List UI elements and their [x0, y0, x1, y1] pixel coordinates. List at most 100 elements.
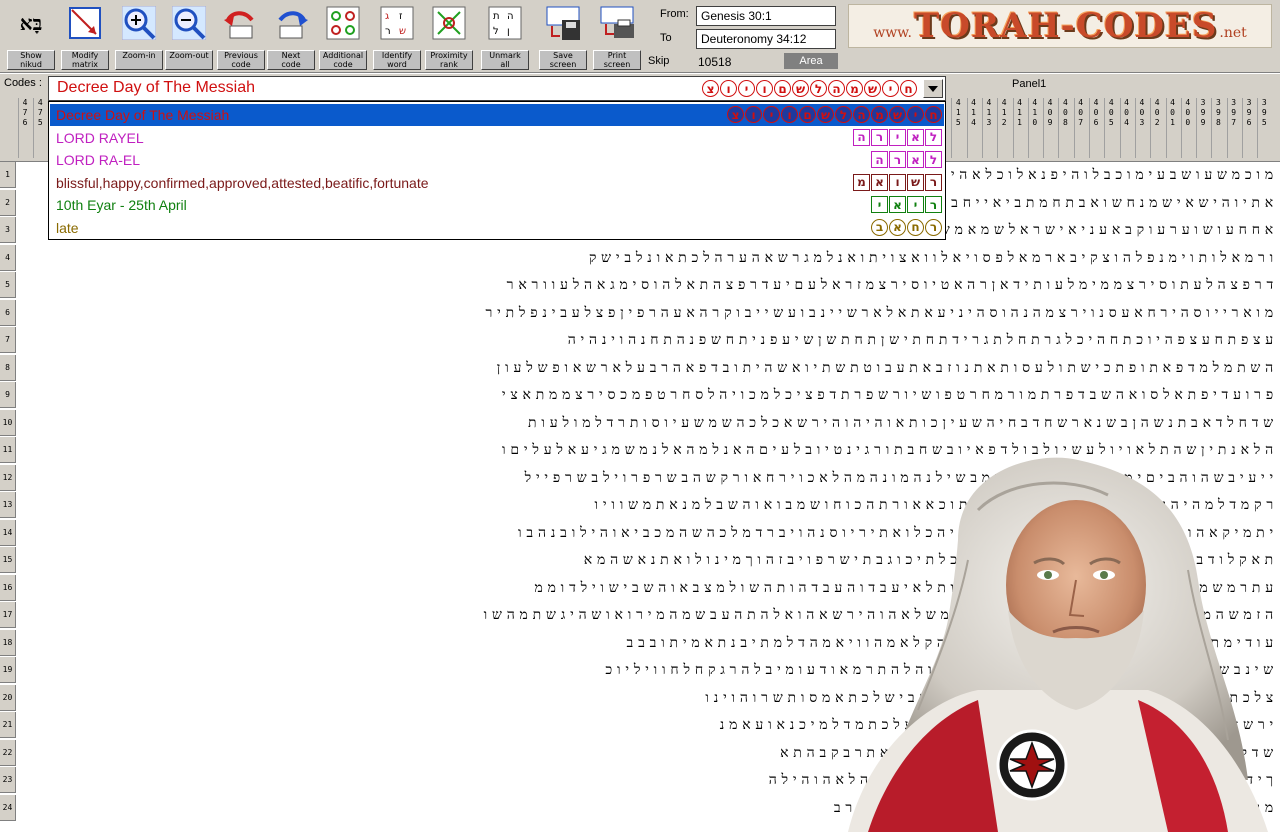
row-number: 12 — [0, 464, 16, 491]
code-list-item-hebrew: באחר — [871, 218, 942, 236]
row-number: 5 — [0, 272, 16, 298]
row-number: 2 — [0, 189, 16, 216]
code-list-item-label: 10th Eyar - 25th April — [56, 197, 187, 213]
identify-word-label: Identify word — [373, 50, 421, 70]
row-number: 18 — [0, 629, 16, 656]
logo-suffix: .net — [1219, 25, 1247, 41]
code-letter: א — [889, 196, 906, 213]
next-code-label: Next code — [267, 50, 315, 70]
column-number: 4 0 5 — [1104, 98, 1117, 158]
column-number: 4 0 3 — [1134, 98, 1148, 158]
svg-text:ן: ן — [507, 26, 510, 37]
code-letter: ר — [925, 196, 942, 213]
code-list-item[interactable]: Decree Day of The Messiah צ ו י ו ם ש ל ה מ ש י ח — [50, 104, 944, 126]
code-letter: ח — [900, 80, 917, 97]
column-number: 4 1 5 — [951, 98, 964, 158]
zoom-in-button[interactable]: Zoom-in — [114, 2, 164, 70]
additional-code-button[interactable]: Additional code — [318, 2, 368, 70]
code-list-item-label: late — [56, 219, 79, 236]
chevron-down-icon — [928, 85, 938, 92]
code-list-item[interactable]: late ב א ח ר — [50, 217, 944, 239]
code-letter: ש — [864, 80, 881, 97]
zoom-out-button[interactable]: Zoom-out — [164, 2, 214, 70]
unmark-all-button[interactable]: ת ה ל ן Unmark all — [480, 2, 530, 70]
row-number: 7 — [0, 327, 16, 353]
proximity-rank-label: Proximity rank — [425, 50, 473, 70]
row-number: 6 — [0, 299, 16, 326]
floppy-disk-icon — [545, 5, 581, 41]
row-number: 20 — [0, 684, 16, 711]
row-number: 22 — [0, 739, 16, 766]
row-number: 4 — [0, 244, 16, 271]
row-number: 14 — [0, 519, 16, 546]
previous-code-label: Previous code — [217, 50, 265, 70]
toolbar: בָּא Show nikud Modify matrix Zoom-in Zoom-o… — [0, 0, 1280, 73]
column-number: 4 0 7 — [1073, 98, 1087, 158]
unmark-grid-icon: תהלן — [487, 5, 523, 41]
area-button[interactable]: Area — [784, 53, 838, 69]
svg-text:ז: ז — [399, 11, 403, 22]
code-list-item[interactable]: blissful,happy,confirmed,approved,attest… — [50, 172, 944, 194]
matrix-row[interactable]: פרועדיפתאלסואהשבדפרתמורמחרטפושיורשפרתדפצ… — [20, 385, 1278, 405]
next-arrow-icon — [273, 5, 309, 41]
codes-combobox[interactable]: Decree Day of The Messiah צויוםשלהמשיח — [48, 76, 946, 101]
codes-selected-hebrew: צויוםשלהמשיח — [702, 80, 917, 97]
matrix-row[interactable]: עצפתחעצפהיוכתחהיכלגרתחלתגרידתחתישןתחתשןש… — [20, 330, 1278, 350]
panel-label: Panel1 — [1012, 78, 1047, 90]
code-letter: ש — [817, 106, 834, 123]
matrix-arrow-icon — [67, 5, 103, 41]
matrix-row[interactable]: דרפצהלעתוסירצממימלעותידאןרהאטיוסירצמזראל… — [20, 275, 1278, 295]
code-letter: צ — [702, 80, 719, 97]
codes-selected-text: Decree Day of The Messiah — [57, 79, 256, 96]
identify-word-button[interactable]: ג ז ר ש Identify word — [372, 2, 422, 70]
print-screen-button[interactable]: Print screen — [592, 2, 642, 70]
row-number: 10 — [0, 409, 16, 436]
code-letter: י — [882, 80, 899, 97]
code-letter: ל — [925, 151, 942, 168]
row-number: 1 — [0, 162, 16, 188]
code-letter: ר — [925, 173, 942, 191]
code-letter: ל — [835, 106, 852, 123]
code-letter: צ — [727, 106, 744, 123]
row-number: 21 — [0, 712, 16, 738]
code-letter: מ — [846, 80, 863, 97]
code-list-item-hebrew: הריאל — [853, 128, 942, 146]
matrix-row[interactable]: ורמאלותוימנפלהוצקיבארמאלפסויאלוואצויתואנ… — [20, 248, 1278, 268]
code-list-item[interactable]: LORD RAYEL ה ר י א ל — [50, 127, 944, 149]
code-list-item[interactable]: 10th Eyar - 25th April י א י ר — [50, 194, 944, 216]
additional-code-label: Additional code — [319, 50, 367, 70]
code-letter: מ — [871, 106, 888, 123]
column-number: 4 1 3 — [981, 98, 995, 158]
show-nikud-button[interactable]: בָּא Show nikud — [6, 2, 56, 70]
matrix-row[interactable]: שדחלדאבתנשהןבשנארשחדבחיהשעיןכותאוהיהוהיר… — [20, 413, 1278, 433]
save-screen-button[interactable]: Save screen — [538, 2, 588, 70]
next-code-button[interactable]: Next code — [266, 2, 316, 70]
proximity-rank-button[interactable]: Proximity rank — [424, 2, 474, 70]
site-logo: www. TORAH-CODES .net — [848, 4, 1272, 48]
additional-grid-icon — [325, 5, 361, 41]
code-letter: ו — [781, 106, 798, 123]
previous-code-button[interactable]: Previous code — [216, 2, 266, 70]
modify-matrix-button[interactable]: Modify matrix — [60, 2, 110, 70]
row-number: 8 — [0, 354, 16, 381]
svg-text:ר: ר — [385, 26, 391, 37]
column-number: 4 1 1 — [1012, 98, 1026, 158]
row-number: 11 — [0, 437, 16, 463]
to-field[interactable]: Deuteronomy 34:12 — [696, 29, 836, 49]
code-letter: א — [907, 151, 924, 168]
matrix-row[interactable]: השתמלמדפאתופתכישתולעסותאתנוזבאתעבוטתשתיו… — [20, 358, 1278, 378]
from-field[interactable]: Genesis 30:1 — [696, 6, 836, 26]
code-letter: ו — [720, 80, 737, 97]
logo-title: TORAH-CODES — [913, 6, 1218, 46]
column-number: 4 1 0 — [1027, 98, 1041, 158]
matrix-row[interactable]: מוארייוסהירחאעסנוירצמהנהוסהיניעאתאלארשיי… — [20, 303, 1278, 323]
unmark-all-label: Unmark all — [481, 50, 529, 70]
code-letter: ר — [871, 128, 888, 146]
column-number: 4 0 8 — [1058, 98, 1071, 158]
code-letter: ה — [853, 128, 870, 146]
column-number: 4 0 4 — [1119, 98, 1133, 158]
code-list-item[interactable]: LORD RA-EL ה ר א ל — [50, 149, 944, 171]
zoom-in-label: Zoom-in — [115, 50, 163, 70]
code-letter: ל — [810, 80, 827, 97]
dropdown-arrow-button[interactable] — [923, 79, 943, 98]
